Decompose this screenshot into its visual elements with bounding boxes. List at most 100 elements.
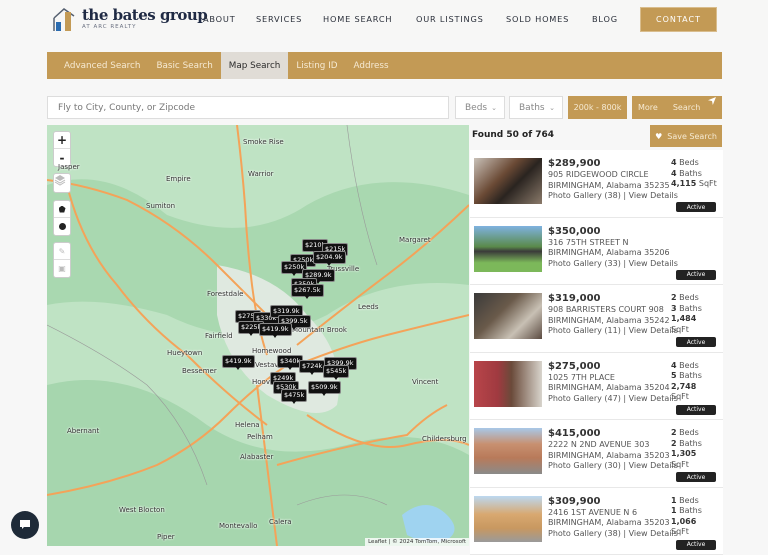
beds-count: 4 xyxy=(671,158,677,167)
logo[interactable]: the bates group AT ARC REALTY xyxy=(52,6,207,32)
city-label: Calera xyxy=(269,518,292,526)
listing-photo[interactable] xyxy=(474,158,542,204)
beds-count: 1 xyxy=(671,496,677,505)
baths-unit: Baths xyxy=(679,304,702,313)
listing-card[interactable]: $289,900 905 RIDGEWOOD CIRCLEBIRMINGHAM,… xyxy=(470,150,723,218)
tab-listing-id[interactable]: Listing ID xyxy=(288,52,345,79)
price-pin[interactable]: $475k xyxy=(281,389,307,402)
sqft-unit: SqFt xyxy=(671,392,689,401)
city-label: Warrior xyxy=(248,170,274,178)
sqft-unit: SqFt xyxy=(671,460,689,469)
listing-card[interactable]: $350,000 316 75TH STREET NBIRMINGHAM, Al… xyxy=(470,218,723,286)
listing-links[interactable]: Photo Gallery (11) | View Details xyxy=(548,326,678,337)
layers-icon xyxy=(54,174,66,186)
status-badge: Active xyxy=(676,337,716,347)
city-label: West Blocton xyxy=(119,506,159,514)
price-pin[interactable]: $724k xyxy=(299,360,325,373)
more-label[interactable]: More xyxy=(638,103,658,112)
baths-unit: Baths xyxy=(679,371,702,380)
map[interactable]: + - ✎ ▣ Smoke Rise Warrior Jasper Empire… xyxy=(47,125,469,546)
tab-map-search[interactable]: Map Search xyxy=(221,52,289,79)
listing-street: 908 BARRISTERS COURT 908 xyxy=(548,305,678,316)
layers-button[interactable] xyxy=(53,173,71,193)
listing-photo[interactable] xyxy=(474,361,542,407)
listing-card[interactable]: $275,000 1025 7TH PLACEBIRMINGHAM, Alaba… xyxy=(470,353,723,421)
listing-card[interactable]: $415,000 2222 N 2ND AVENUE 303BIRMINGHAM… xyxy=(470,420,723,488)
price-pin[interactable]: $267.5k xyxy=(291,284,324,297)
listing-card[interactable]: $309,900 2416 1ST AVENUE N 6BIRMINGHAM, … xyxy=(470,488,723,555)
nav-sold-homes[interactable]: SOLD HOMES xyxy=(506,14,569,24)
heart-icon: ♥ xyxy=(655,132,662,141)
status-badge: Active xyxy=(676,472,716,482)
zoom-in-button[interactable]: + xyxy=(54,132,70,149)
status-badge: Active xyxy=(676,202,716,212)
chat-button[interactable] xyxy=(11,511,39,539)
save-search-button[interactable]: ♥ Save Search xyxy=(650,125,722,147)
city-label: Sumiton xyxy=(146,202,175,210)
tab-address[interactable]: Address xyxy=(346,52,397,79)
tab-basic-search[interactable]: Basic Search xyxy=(148,52,220,79)
price-pin[interactable]: $545k xyxy=(323,365,349,378)
beds-count: 4 xyxy=(671,361,677,370)
city-label: Empire xyxy=(166,175,191,183)
price-pin[interactable]: $419.9k xyxy=(222,355,255,368)
edit-button[interactable]: ✎ xyxy=(54,243,70,260)
price-pin[interactable]: $509.9k xyxy=(308,381,341,394)
search-label[interactable]: Search xyxy=(673,103,700,112)
tab-advanced-search[interactable]: Advanced Search xyxy=(47,52,148,79)
baths-select-label: Baths xyxy=(519,103,545,113)
beds-unit: Beds xyxy=(679,293,699,302)
listing-photo[interactable] xyxy=(474,226,542,272)
zoom-control: + - xyxy=(53,131,71,167)
chevron-down-icon: ⌄ xyxy=(549,104,555,112)
nav-services[interactable]: SERVICES xyxy=(256,14,302,24)
circle-icon xyxy=(59,223,66,230)
location-search-input[interactable]: Fly to City, County, or Zipcode xyxy=(47,96,449,119)
city-label: Abernant xyxy=(67,427,99,435)
listing-links[interactable]: Photo Gallery (33) | View Details xyxy=(548,259,678,270)
listing-city: BIRMINGHAM, Alabama 35206 xyxy=(548,248,678,259)
listing-price: $415,000 xyxy=(548,428,601,439)
contact-button[interactable]: CONTACT xyxy=(640,7,717,32)
nav-blog[interactable]: BLOG xyxy=(592,14,618,24)
listing-photo[interactable] xyxy=(474,428,542,474)
delete-button[interactable]: ▣ xyxy=(54,260,70,277)
sqft-count: 2,748 xyxy=(671,382,696,391)
nav-home-search[interactable]: HOME SEARCH xyxy=(323,14,392,24)
price-pin[interactable]: $419.9k xyxy=(259,323,292,336)
listing-links[interactable]: Photo Gallery (38) | View Details xyxy=(548,191,678,202)
listing-card[interactable]: $319,000 908 BARRISTERS COURT 908BIRMING… xyxy=(470,285,723,353)
draw-polygon-button[interactable] xyxy=(54,201,70,218)
map-attribution[interactable]: Leaflet | © 2024 TomTom, Microsoft xyxy=(365,538,469,546)
city-label: Leeds xyxy=(358,303,378,311)
listing-photo[interactable] xyxy=(474,496,542,542)
more-search-button[interactable]: More Search xyxy=(632,96,722,119)
beds-select[interactable]: Beds ⌄ xyxy=(455,96,505,119)
map-background xyxy=(47,125,469,546)
draw-circle-button[interactable] xyxy=(54,218,70,235)
nav-our-listings[interactable]: OUR LISTINGS xyxy=(416,14,484,24)
baths-count: 4 xyxy=(671,169,677,178)
edit-toolbar: ✎ ▣ xyxy=(53,242,71,278)
listing-city: BIRMINGHAM, Alabama 35203 xyxy=(548,518,678,529)
baths-count: 2 xyxy=(671,439,677,448)
beds-unit: Beds xyxy=(679,158,699,167)
search-tabs: Advanced Search Basic Search Map Search … xyxy=(47,52,722,79)
nav-about[interactable]: ABOUT xyxy=(203,14,236,24)
baths-select[interactable]: Baths ⌄ xyxy=(509,96,563,119)
sqft-count: 1,066 xyxy=(671,517,696,526)
listing-links[interactable]: Photo Gallery (30) | View Details xyxy=(548,461,678,472)
location-arrow-icon[interactable] xyxy=(708,97,716,107)
listing-street: 2416 1ST AVENUE N 6 xyxy=(548,508,678,519)
listing-price: $275,000 xyxy=(548,361,601,372)
status-badge: Active xyxy=(676,270,716,280)
city-label: Childersburg xyxy=(422,435,467,443)
listing-links[interactable]: Photo Gallery (38) | View Details xyxy=(548,529,678,540)
price-pin[interactable]: $204.9k xyxy=(313,251,346,264)
sqft-unit: SqFt xyxy=(671,325,689,334)
city-label: Margaret xyxy=(399,236,431,244)
listing-price: $289,900 xyxy=(548,158,601,169)
listing-links[interactable]: Photo Gallery (47) | View Details xyxy=(548,394,678,405)
listing-photo[interactable] xyxy=(474,293,542,339)
price-range-button[interactable]: 200k - 800k xyxy=(568,96,627,119)
